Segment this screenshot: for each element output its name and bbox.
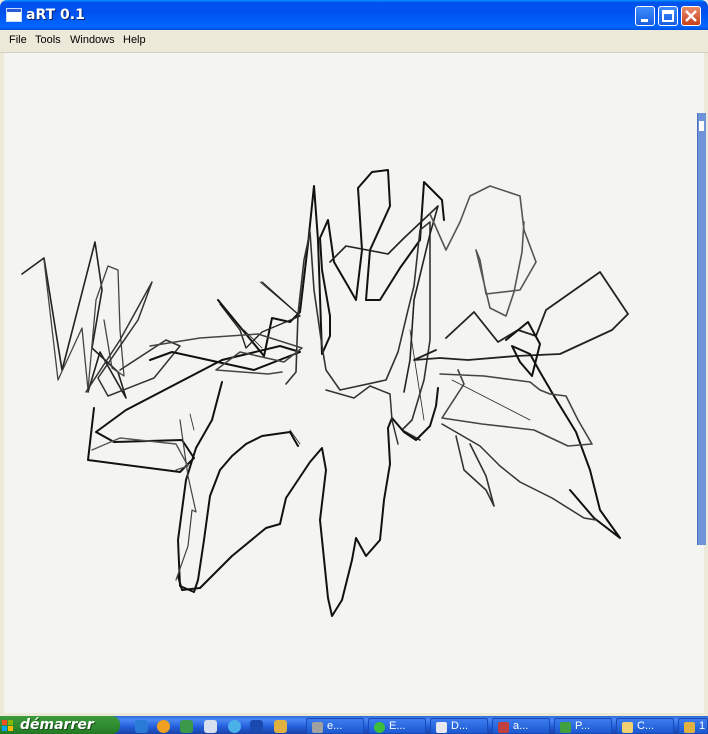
stroke-thin-1 bbox=[189, 281, 531, 445]
pen-icon bbox=[684, 722, 695, 733]
minimize-button[interactable] bbox=[635, 6, 655, 26]
stroke-right-4 bbox=[439, 369, 593, 447]
title-bar[interactable]: aRT 0.1 bbox=[0, 0, 708, 30]
app-icon[interactable] bbox=[6, 8, 22, 22]
task-label-7: 1 bbox=[699, 720, 706, 732]
task-label-1: e... bbox=[327, 720, 343, 732]
task-label-6: C... bbox=[637, 720, 655, 732]
menu-windows[interactable]: Windows bbox=[70, 34, 115, 46]
window-title: aRT 0.1 bbox=[26, 7, 85, 23]
stroke-right-1 bbox=[429, 185, 537, 317]
folder-icon bbox=[622, 722, 633, 733]
stroke-left-2 bbox=[43, 259, 125, 391]
start-button[interactable]: démarrer bbox=[0, 716, 120, 734]
pen-icon[interactable] bbox=[274, 720, 287, 733]
paint-icon bbox=[498, 722, 509, 733]
stroke-low-1 bbox=[177, 381, 299, 593]
task-button-3[interactable]: D... bbox=[430, 718, 488, 734]
task-button-2[interactable]: E... bbox=[368, 718, 426, 734]
task-button-5[interactable]: P... bbox=[554, 718, 612, 734]
stroke-right-2 bbox=[413, 271, 629, 361]
stroke-left-5 bbox=[91, 437, 189, 471]
stroke-mid-1 bbox=[217, 169, 445, 357]
menu-bar: File Tools Windows Help bbox=[0, 30, 708, 53]
task-button-6[interactable]: C... bbox=[616, 718, 674, 734]
internet-explorer-icon[interactable] bbox=[135, 720, 148, 733]
minimize-icon bbox=[641, 19, 648, 22]
stroke-low-2 bbox=[177, 387, 439, 617]
close-button[interactable] bbox=[681, 6, 701, 26]
green-circle-icon bbox=[374, 722, 385, 733]
taskbar: démarrer e... E... D... a... P... C... 1 bbox=[0, 716, 708, 734]
drawing-canvas[interactable] bbox=[4, 53, 704, 713]
msn-icon[interactable] bbox=[180, 720, 193, 733]
task-label-2: E... bbox=[389, 720, 406, 732]
menu-file[interactable]: File bbox=[9, 34, 27, 46]
document-icon bbox=[436, 722, 447, 733]
windows-flag-icon bbox=[2, 720, 13, 731]
task-label-4: a... bbox=[513, 720, 529, 732]
sketch-artwork bbox=[21, 169, 629, 617]
stroke-low-4 bbox=[325, 385, 399, 445]
stroke-left-1 bbox=[21, 241, 127, 399]
task-button-1[interactable]: e... bbox=[306, 718, 364, 734]
close-icon bbox=[685, 10, 697, 22]
start-label: démarrer bbox=[20, 717, 94, 733]
task-label-3: D... bbox=[451, 720, 469, 732]
stroke-right-6 bbox=[455, 435, 495, 507]
stroke-mid-3 bbox=[329, 205, 439, 393]
stroke-mid-4 bbox=[219, 281, 301, 349]
side-scroll-tab[interactable] bbox=[697, 113, 706, 545]
eye-icon[interactable] bbox=[250, 720, 263, 733]
menu-help[interactable]: Help bbox=[123, 34, 146, 46]
task-button-4[interactable]: a... bbox=[492, 718, 550, 734]
globe-icon[interactable] bbox=[228, 720, 241, 733]
tools-icon bbox=[312, 722, 323, 733]
mail-icon[interactable] bbox=[204, 720, 217, 733]
maximize-button[interactable] bbox=[658, 6, 678, 26]
app-window: aRT 0.1 File Tools Windows Help bbox=[0, 0, 708, 716]
menu-tools[interactable]: Tools bbox=[35, 34, 61, 46]
media-player-icon[interactable] bbox=[157, 720, 170, 733]
task-label-5: P... bbox=[575, 720, 591, 732]
presentation-icon bbox=[560, 722, 571, 733]
maximize-icon bbox=[662, 10, 674, 22]
task-button-7[interactable]: 1 bbox=[678, 718, 708, 734]
